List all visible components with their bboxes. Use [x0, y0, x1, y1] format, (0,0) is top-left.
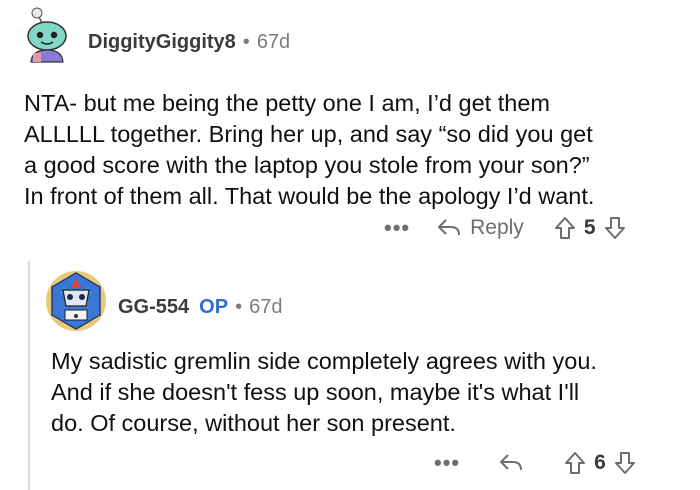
- comment-actions: ••• Reply 5: [384, 215, 626, 241]
- comment-line: a good score with the laptop you stole f…: [24, 152, 590, 178]
- op-badge: OP: [199, 296, 229, 318]
- downvote-icon: [614, 452, 635, 474]
- upvote-button[interactable]: [554, 216, 576, 240]
- thread-line[interactable]: [28, 261, 30, 490]
- reply-icon: [438, 219, 461, 236]
- comment-header: GG-554 OP • 67d: [118, 296, 282, 319]
- upvote-button[interactable]: [564, 451, 586, 475]
- more-options-button[interactable]: •••: [434, 450, 460, 476]
- comment-line: NTA- but me being the petty one I am, I’…: [24, 90, 550, 116]
- timestamp[interactable]: 67d: [249, 296, 282, 319]
- downvote-button[interactable]: [604, 216, 626, 240]
- upvote-icon: [554, 217, 575, 239]
- comment-actions: ••• 6: [434, 450, 636, 476]
- downvote-icon: [604, 217, 625, 239]
- avatar[interactable]: [18, 6, 76, 64]
- comment-body: NTA- but me being the petty one I am, I’…: [24, 88, 594, 212]
- separator: •: [242, 31, 250, 53]
- comment-line: And if she doesn't fess up soon, maybe i…: [51, 379, 580, 405]
- vote-count: 6: [594, 451, 606, 474]
- comment-line: In front of them all. That would be the …: [24, 183, 595, 209]
- separator: •: [235, 296, 243, 318]
- username[interactable]: GG-554: [118, 296, 189, 319]
- reply-label: Reply: [470, 216, 524, 239]
- reply-button[interactable]: Reply: [436, 216, 524, 240]
- upvote-icon: [565, 452, 586, 474]
- avatar-snoo-icon: [27, 7, 67, 63]
- vote-count: 5: [583, 216, 596, 239]
- comment-line: My sadistic gremlin side completely agre…: [51, 348, 597, 374]
- more-options-button[interactable]: •••: [384, 215, 410, 241]
- avatar-robot-icon: [46, 271, 106, 331]
- timestamp[interactable]: 67d: [257, 31, 290, 54]
- comment-line: do. Of course, without her son present.: [51, 410, 456, 436]
- downvote-button[interactable]: [614, 451, 636, 475]
- comment-header: DiggityGiggity8 • 67d: [88, 31, 290, 54]
- reply-button[interactable]: [498, 452, 524, 474]
- username[interactable]: DiggityGiggity8: [88, 31, 236, 54]
- avatar[interactable]: [45, 270, 107, 332]
- comment-body: My sadistic gremlin side completely agre…: [51, 346, 597, 439]
- reply-icon: [500, 454, 523, 471]
- comment-line: ALLLLL together. Bring her up, and say “…: [24, 121, 593, 147]
